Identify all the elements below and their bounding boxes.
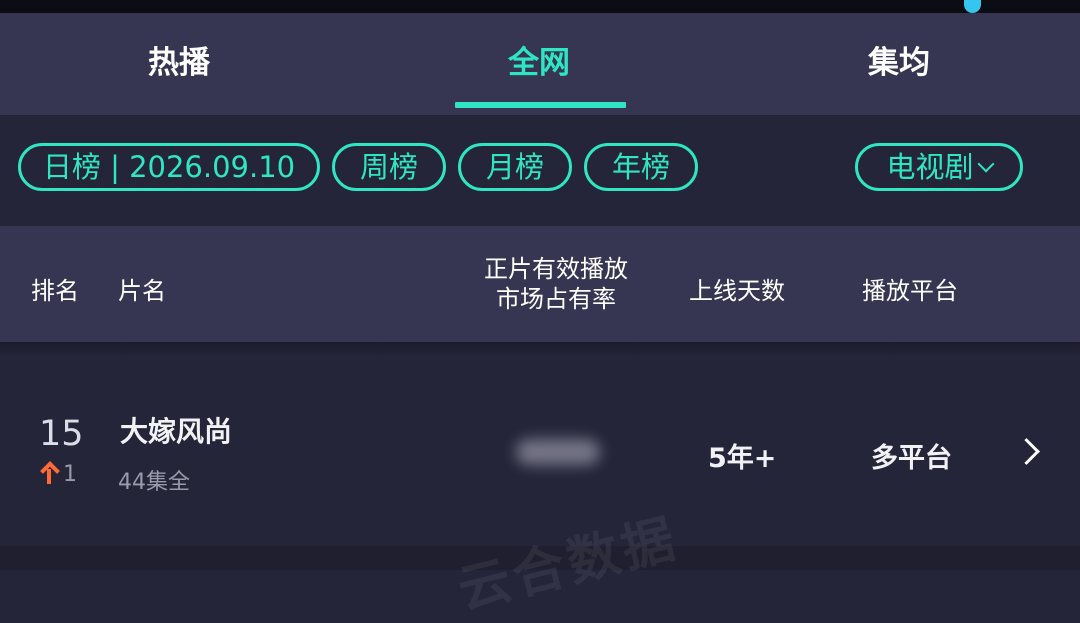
column-header-market-share-line2: 市场占有率 — [496, 285, 616, 313]
days-online-value: 5年+ — [708, 443, 777, 474]
filter-bar: 日榜 | 2026.09.10 周榜 月榜 年榜 电视剧 — [0, 115, 1080, 226]
daily-chart-button[interactable]: 日榜 | 2026.09.10 — [18, 143, 320, 191]
column-header-market-share-line1: 正片有效播放 — [484, 255, 628, 283]
arrow-up-icon — [40, 462, 58, 484]
episode-count: 44集全 — [118, 470, 190, 495]
table-header: 排名 片名 正片有效播放 市场占有率 上线天数 播放平台 — [0, 226, 1080, 342]
rank-change: 1 — [40, 462, 77, 487]
column-header-days-online: 上线天数 — [689, 277, 785, 305]
show-title: 大嫁风尚 — [120, 415, 233, 448]
yearly-chart-button[interactable]: 年榜 — [584, 143, 698, 191]
table-row[interactable]: 15 1 大嫁风尚 44集全 5年+ 多平台 — [0, 356, 1080, 546]
header-shadow — [0, 342, 1080, 356]
top-tab-bar: 热播 全网 集均 — [0, 13, 1080, 115]
category-label: 电视剧 — [886, 150, 974, 184]
chevron-right-icon[interactable] — [1013, 438, 1040, 465]
platform-value: 多平台 — [871, 443, 952, 474]
column-header-platform: 播放平台 — [862, 277, 958, 305]
tab-hot[interactable]: 热播 — [148, 43, 210, 83]
tab-all-network[interactable]: 全网 — [508, 43, 570, 83]
status-bar — [0, 0, 1080, 13]
market-share-value-blurred — [516, 439, 600, 465]
rank-number: 15 — [39, 414, 84, 454]
category-dropdown[interactable]: 电视剧 — [855, 143, 1023, 191]
monthly-chart-button[interactable]: 月榜 — [458, 143, 572, 191]
tab-episode-average[interactable]: 集均 — [868, 43, 930, 83]
chevron-down-icon — [977, 155, 994, 173]
column-header-title: 片名 — [118, 277, 166, 305]
rank-change-value: 1 — [63, 462, 77, 487]
column-header-rank: 排名 — [31, 277, 79, 305]
weekly-chart-button[interactable]: 周榜 — [332, 143, 446, 191]
active-tab-indicator — [455, 102, 626, 108]
column-header-market-share: 正片有效播放 市场占有率 — [476, 254, 636, 314]
